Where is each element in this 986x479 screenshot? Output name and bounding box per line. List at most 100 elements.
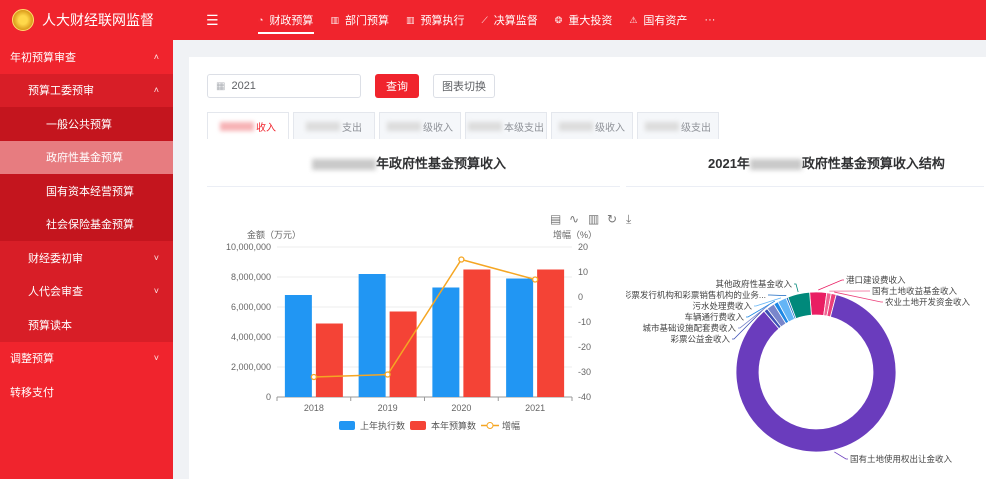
legend-swatch <box>410 421 426 430</box>
sidebar-item-government-fund-budget[interactable]: 政府性基金预算 <box>0 140 173 174</box>
sidebar-item-label: 一般公共预算 <box>46 118 112 131</box>
revenue-structure-donut-chart: 国有土地使用权出让金收入 彩票公益金收入城市基础设施配套费收入车辆通行费收入污水处… <box>626 275 971 464</box>
divider <box>207 186 620 187</box>
slice-label: 彩票发行机构和彩票销售机构的业务... <box>626 290 766 300</box>
tab-2[interactable]: 级收入 <box>379 112 461 139</box>
nav-item-5[interactable]: ⚠ 国有资产 <box>621 0 696 40</box>
y-tick-label: 2,000,000 <box>231 362 271 372</box>
slice-label: 车辆通行费收入 <box>684 312 744 322</box>
sidebar-item-budget-committee-preview[interactable]: 预算工委预审 ˄ <box>0 73 173 107</box>
legend-swatch-dot <box>486 422 494 429</box>
nav-item-label: 部门预算 <box>344 15 389 27</box>
nav-item-label: ··· <box>704 14 716 26</box>
growth-point-2019 <box>384 371 391 378</box>
line-chart-icon: ⟋ <box>481 14 488 25</box>
slice-label: 城市基础设施配套费收入 <box>642 323 736 333</box>
menu-collapse-icon[interactable]: ☰ <box>206 12 219 29</box>
sidebar-item-label: 国有资本经营预算 <box>46 185 134 198</box>
warning-icon: ⚠ <box>629 14 638 25</box>
redacted-region <box>306 121 340 131</box>
chevron-down-icon: ˅ <box>153 252 159 263</box>
redacted-region <box>220 121 254 131</box>
query-button[interactable]: 查询 <box>375 74 419 98</box>
tab-4[interactable]: 级收入 <box>551 112 633 139</box>
tab-3[interactable]: 本级支出 <box>465 112 547 139</box>
legend-item-2[interactable]: 增幅 <box>481 420 520 431</box>
y2-tick-label: 20 <box>578 242 588 252</box>
sidebar-item-adjusted-budget[interactable]: 调整预算 ˅ <box>0 342 173 376</box>
chart-toggle-button[interactable]: 图表切换 <box>433 74 495 98</box>
y2-axis-title: 增幅（%） <box>553 229 597 240</box>
calendar-icon: ▦ <box>216 80 226 92</box>
sidebar-item-label: 社会保险基金预算 <box>46 219 134 232</box>
year-picker[interactable]: ▦ 2021 <box>207 74 361 98</box>
sidebar-item-label: 年初预算审查 <box>10 51 76 64</box>
sidebar-item-general-public-budget[interactable]: 一般公共预算 <box>0 107 173 141</box>
x-tick-label: 2021 <box>525 403 545 413</box>
legend-label: 增幅 <box>502 420 520 431</box>
sidebar-item-label: 人代会审查 <box>28 286 83 299</box>
slice-label: 国有土地使用权出让金收入 <box>850 454 953 464</box>
nav-item-3[interactable]: ⟋ 决算监督 <box>473 0 546 40</box>
y2-tick-label: -20 <box>578 342 591 352</box>
leader-line <box>834 451 848 460</box>
top-navigation: ◔ 财政预算 ▥ 部门预算 ▥ 预算执行 ⟋ 决算监督 ❂ 重大投资 ⚠ 国有资产 ··· <box>250 0 724 40</box>
bar-chart-icon: ▥ <box>330 14 339 25</box>
sidebar-item-state-capital-budget[interactable]: 国有资本经营预算 <box>0 174 173 208</box>
chevron-up-icon: ˄ <box>153 85 159 96</box>
y-tick-label: 8,000,000 <box>231 272 271 282</box>
coins-icon: ❂ <box>554 14 563 25</box>
y2-tick-label: 0 <box>578 292 583 302</box>
data-view-icon[interactable]: ▤ <box>550 212 561 226</box>
sidebar-item-label: 预算工委预审 <box>28 85 94 98</box>
tab-0[interactable]: 收入 <box>207 112 289 139</box>
content-card: ▦ 2021 查询 图表切换 收入 支出 级收入 本级支出 级收入 级支出 年政府性基金预… <box>189 57 986 479</box>
legend-item-1[interactable]: 本年预算数 <box>410 420 476 431</box>
right-chart-title-text: 政府性基金预算收入结构 <box>801 156 945 171</box>
divider <box>626 186 984 187</box>
nav-item-2[interactable]: ▥ 预算执行 <box>398 0 474 40</box>
legend-label: 上年执行数 <box>360 420 405 431</box>
leader-line <box>794 283 799 293</box>
y2-tick-label: -30 <box>578 367 591 377</box>
sidebar-item-finance-committee-review[interactable]: 财经委初审 ˅ <box>0 241 173 275</box>
sidebar-item-budget-reader[interactable]: 预算读本 <box>0 308 173 342</box>
national-emblem-icon <box>12 9 34 31</box>
tab-bar: 收入 支出 级收入 本级支出 级收入 级支出 <box>207 112 723 139</box>
sidebar-item-label: 财经委初审 <box>28 252 83 265</box>
nav-item-4[interactable]: ❂ 重大投资 <box>547 0 622 40</box>
bar-switch-icon[interactable]: ▥ <box>588 212 599 226</box>
brand[interactable]: 人大财经联网监督 <box>0 0 173 40</box>
growth-point-2018 <box>310 373 318 381</box>
tab-label: 级支出 <box>681 122 711 134</box>
chevron-up-icon: ˄ <box>153 51 159 62</box>
sidebar-item-transfer-payment[interactable]: 转移支付 <box>0 375 173 409</box>
restore-icon[interactable]: ↻ <box>607 212 617 226</box>
left-chart-title: 年政府性基金预算收入 <box>312 153 506 172</box>
donut-slice-0[interactable] <box>735 294 897 453</box>
y-axis-title: 金额（万元） <box>247 229 301 240</box>
bar-prev-year-2021 <box>506 278 534 397</box>
leader-line <box>818 279 844 291</box>
growth-point-2020 <box>458 256 465 263</box>
tab-5[interactable]: 级支出 <box>637 112 719 139</box>
sidebar-item-congress-review[interactable]: 人代会审查 ˅ <box>0 274 173 308</box>
legend-item-0[interactable]: 上年执行数 <box>339 420 405 431</box>
sidebar-item-annual-budget-review[interactable]: 年初预算审查 ˄ <box>0 40 173 74</box>
sidebar-item-label: 转移支付 <box>10 386 54 399</box>
bar-prev-year-2019 <box>358 274 386 397</box>
nav-item-label: 预算执行 <box>420 15 465 27</box>
budget-revenue-bar-chart: ▤ ∿ ▥ ↻ ⤓ 金额（万元） 增幅（%）02,000,0004,000,0006,00… <box>226 212 632 431</box>
line-switch-icon[interactable]: ∿ <box>569 212 579 226</box>
sidebar-item-social-insurance-budget[interactable]: 社会保险基金预算 <box>0 207 173 241</box>
nav-item-6[interactable]: ··· <box>696 0 724 40</box>
sidebar: 年初预算审查 ˄ 预算工委预审 ˄ 一般公共预算 政府性基金预算 国有资本经营预… <box>0 40 173 479</box>
nav-item-1[interactable]: ▥ 部门预算 <box>322 0 398 40</box>
leader-line <box>768 294 787 296</box>
tab-1[interactable]: 支出 <box>293 112 375 139</box>
chevron-down-icon: ˅ <box>153 286 159 297</box>
bar-this-year-2018 <box>315 323 343 397</box>
year-picker-value: 2021 <box>231 80 256 92</box>
slice-label: 国有土地收益基金收入 <box>872 286 958 296</box>
nav-item-0[interactable]: ◔ 财政预算 <box>250 0 322 40</box>
